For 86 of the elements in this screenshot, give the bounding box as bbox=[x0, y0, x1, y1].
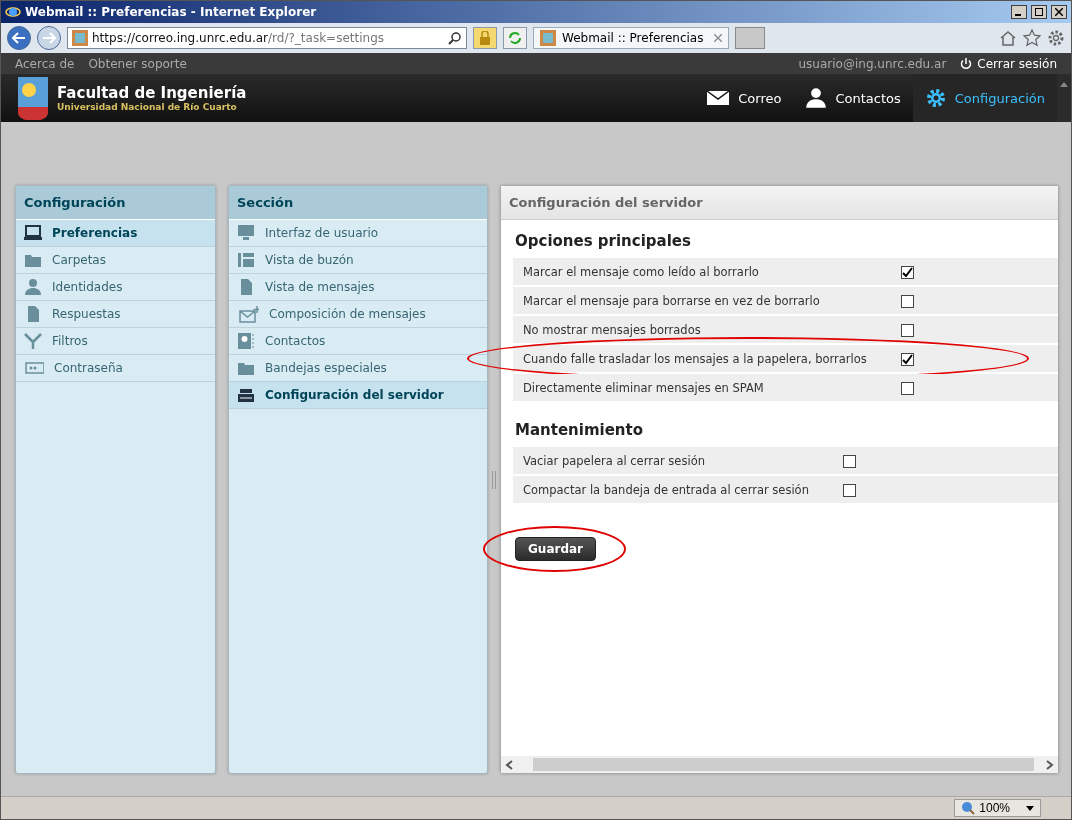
close-button[interactable] bbox=[1051, 5, 1067, 19]
laptop-icon bbox=[24, 224, 42, 242]
arrow-left-icon bbox=[12, 32, 26, 44]
scroll-left-icon[interactable] bbox=[505, 759, 513, 770]
search-icon bbox=[448, 31, 462, 45]
checkbox[interactable] bbox=[900, 353, 914, 366]
sidebar-item[interactable]: Configuración del servidor bbox=[229, 382, 487, 409]
checkbox[interactable] bbox=[900, 295, 914, 308]
option-label: Marcar el mensaje como leído al borrarlo bbox=[522, 263, 760, 281]
sidebar-item[interactable]: Filtros bbox=[16, 328, 215, 355]
lock-icon bbox=[479, 31, 491, 45]
logo-subtitle: Universidad Nacional de Río Cuarto bbox=[57, 102, 238, 112]
panel-title: Configuración del servidor bbox=[501, 186, 1058, 220]
browser-tab[interactable]: Webmail :: Preferencias bbox=[533, 27, 729, 49]
option-label: Marcar el mensaje para borrarse en vez de borrarlo bbox=[522, 292, 821, 310]
checkbox[interactable] bbox=[842, 484, 856, 497]
site-icon bbox=[540, 30, 556, 46]
scroll-up-icon[interactable] bbox=[1060, 82, 1068, 87]
forward-button[interactable] bbox=[37, 26, 61, 50]
option-label: Directamente eliminar mensajes en SPAM bbox=[522, 379, 765, 397]
scroll-right-icon[interactable] bbox=[1046, 759, 1054, 770]
logout-link[interactable]: Cerrar sesión bbox=[960, 56, 1057, 71]
sidebar-item[interactable]: Contraseña bbox=[16, 355, 215, 382]
caret-icon bbox=[1026, 805, 1034, 811]
nav-tab[interactable]: Correo bbox=[694, 74, 794, 122]
browser-logo-icon bbox=[5, 4, 21, 20]
sidebar-item[interactable]: Interfaz de usuario bbox=[229, 220, 487, 247]
panel-title: Sección bbox=[229, 186, 487, 220]
password-icon bbox=[24, 359, 44, 377]
nav-tab[interactable]: Configuración bbox=[912, 74, 1057, 122]
site-icon bbox=[72, 30, 88, 46]
sidebar-item[interactable]: Preferencias bbox=[16, 220, 215, 247]
checkbox[interactable] bbox=[900, 266, 914, 279]
maximize-button[interactable] bbox=[1031, 5, 1047, 19]
monitor-icon bbox=[237, 224, 255, 242]
envelope-plus-icon bbox=[237, 305, 259, 323]
window-title: Webmail :: Preferencias - Internet Explorer bbox=[25, 5, 318, 19]
power-icon bbox=[960, 57, 973, 70]
logo-emblem-icon bbox=[17, 76, 49, 120]
top-link[interactable]: Obtener soporte bbox=[88, 56, 187, 71]
sidebar-item[interactable]: Contactos bbox=[229, 328, 487, 355]
refresh-icon bbox=[508, 31, 522, 45]
option-label: No mostrar mensajes borrados bbox=[522, 321, 702, 339]
filter-icon bbox=[24, 332, 42, 350]
checkbox[interactable] bbox=[900, 382, 914, 395]
envelope-icon bbox=[706, 89, 731, 107]
maximize-icon bbox=[1035, 8, 1043, 16]
arrow-right-icon bbox=[42, 32, 56, 44]
server-icon bbox=[237, 386, 255, 404]
contact-card-icon bbox=[237, 332, 255, 350]
close-icon bbox=[1055, 8, 1063, 16]
star-icon[interactable] bbox=[1023, 29, 1041, 47]
back-button[interactable] bbox=[7, 26, 31, 50]
logo-title: Facultad de Ingeniería bbox=[57, 84, 247, 102]
settings-icon bbox=[924, 87, 947, 109]
sidebar-item[interactable]: Composición de mensajes bbox=[229, 301, 487, 328]
address-field[interactable]: https://correo.ing.unrc.edu.ar/rd/?_task=settings bbox=[67, 27, 467, 49]
sidebar-item[interactable]: Vista de buzón bbox=[229, 247, 487, 274]
top-link[interactable]: Acerca de bbox=[15, 56, 75, 71]
home-icon[interactable] bbox=[999, 30, 1017, 46]
magnifier-icon bbox=[961, 801, 976, 815]
panel-title: Configuración bbox=[16, 186, 215, 220]
list-icon bbox=[237, 251, 255, 269]
sidebar-item[interactable]: Identidades bbox=[16, 274, 215, 301]
save-button[interactable]: Guardar bbox=[515, 537, 596, 561]
horizontal-scrollbar[interactable] bbox=[501, 756, 1058, 773]
refresh-button[interactable] bbox=[503, 27, 527, 49]
minimize-button[interactable] bbox=[1011, 5, 1027, 19]
sidebar-item[interactable]: Respuestas bbox=[16, 301, 215, 328]
person-icon bbox=[24, 278, 42, 296]
nav-tab[interactable]: Contactos bbox=[793, 74, 913, 122]
checkbox[interactable] bbox=[900, 324, 914, 337]
settings-icon[interactable] bbox=[1047, 29, 1065, 47]
option-label: Vaciar papelera al cerrar sesión bbox=[522, 452, 706, 470]
section-heading: Opciones principales bbox=[515, 232, 692, 250]
user-email: usuario@ing.unrc.edu.ar bbox=[798, 56, 947, 71]
sidebar-item[interactable]: Vista de mensajes bbox=[229, 274, 487, 301]
url-text: https://correo.ing.unrc.edu.ar/rd/?_task=settings bbox=[92, 31, 385, 45]
checkbox[interactable] bbox=[842, 455, 856, 468]
splitter-handle[interactable] bbox=[492, 470, 496, 489]
zoom-button[interactable]: 100% bbox=[954, 799, 1041, 817]
close-icon[interactable] bbox=[714, 34, 722, 42]
person-icon bbox=[805, 87, 828, 109]
option-label: Compactar la bandeja de entrada al cerrar sesión bbox=[522, 481, 810, 499]
section-heading: Mantenimiento bbox=[515, 421, 644, 439]
sidebar-item[interactable]: Carpetas bbox=[16, 247, 215, 274]
